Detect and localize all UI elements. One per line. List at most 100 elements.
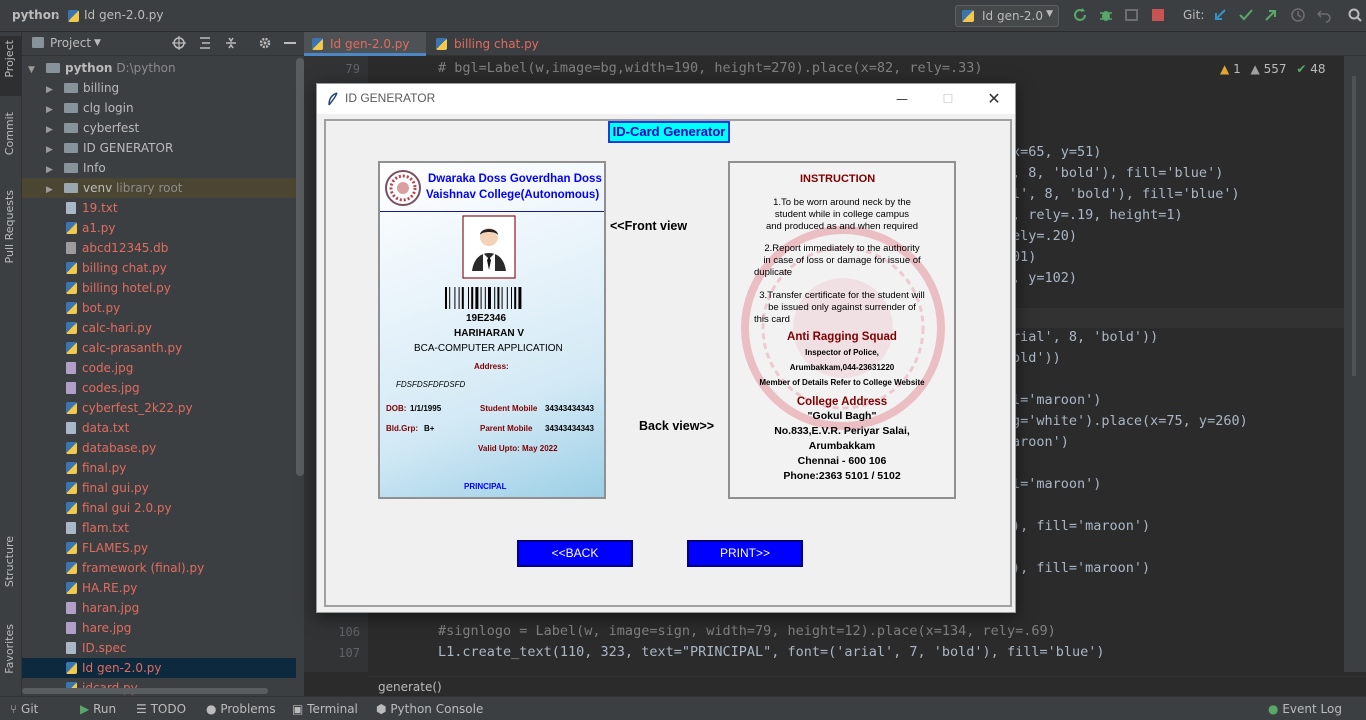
collapse-all-icon[interactable] [224,36,238,50]
tree-file[interactable]: ID.spec [22,638,296,658]
breadcrumb-project[interactable]: python [12,8,59,22]
tree-scrollbar[interactable] [296,58,304,476]
structure-tool-tab[interactable]: Structure [3,536,16,587]
close-button[interactable]: ✕ [979,88,1009,110]
code-line: , 8, 'bold'), fill='blue') [1012,165,1224,181]
git-push-icon[interactable] [1263,7,1279,23]
instruction-heading: INSTRUCTION [800,173,876,185]
coverage-icon[interactable] [1124,7,1140,23]
favorites-tool-tab[interactable]: Favorites [3,624,16,674]
git-commit-icon[interactable] [1238,7,1254,23]
git-branch-icon: ⑂ [10,702,18,716]
tree-folder[interactable]: ▶ clg login [22,98,296,118]
commit-tool-tab[interactable]: Commit [3,112,16,155]
tab-billing-chat[interactable]: billing chat.py × [428,32,552,75]
file-label: abcd12345.db [82,241,169,255]
gear-icon[interactable] [258,36,272,50]
tree-file[interactable]: data.txt [22,418,296,438]
window-title: ID GENERATOR [345,91,436,105]
file-label: final.py [82,461,127,475]
file-icon [66,362,76,374]
rerun-icon[interactable] [1072,7,1088,23]
tree-folder[interactable]: ▶ cyberfest [22,118,296,138]
expand-all-icon[interactable] [198,36,212,50]
weak-warning-icon: ▲ [1250,62,1260,76]
tree-file[interactable]: HA.RE.py [22,578,296,598]
run-configuration-select[interactable]: Id gen-2.0 ▼ [955,5,1059,27]
id-generator-window: ID GENERATOR — ☐ ✕ ID-Card Generator Dwa… [316,83,1016,613]
pull-requests-tool-tab[interactable]: Pull Requests [3,190,16,263]
error-stripe[interactable] [1352,76,1356,376]
tree-file[interactable]: abcd12345.db [22,238,296,258]
tree-file[interactable]: FLAMES.py [22,538,296,558]
inspection-widget[interactable]: ▲ 1 ▲ 557 ✔ 48 [1220,62,1326,76]
code-line: l='maroon') [1012,476,1102,492]
rule-line: 3.Transfer certificate for the student w… [759,290,925,301]
tree-file[interactable]: hare.jpg [22,618,296,638]
tree-root-path: D:\python [116,61,176,75]
back-button[interactable]: <<BACK [517,540,633,567]
tree-file[interactable]: final gui 2.0.py [22,498,296,518]
folder-icon [64,163,78,173]
tree-file[interactable]: calc-hari.py [22,318,296,338]
tree-file[interactable]: framework (final).py [22,558,296,578]
tree-file[interactable]: final gui.py [22,478,296,498]
locate-icon[interactable] [172,36,186,50]
tree-horizontal-scrollbar[interactable] [22,688,268,694]
tree-file[interactable]: calc-prasanth.py [22,338,296,358]
run-tab[interactable]: ▶ Run [80,702,116,716]
tree-root[interactable]: ▼ python D:\python [22,58,296,78]
chevron-down-icon[interactable]: ▼ [94,38,101,48]
tab-id-gen[interactable]: Id gen-2.0.py × [304,32,426,75]
problems-tab[interactable]: ● Problems [206,702,276,716]
tree-file[interactable]: final.py [22,458,296,478]
hide-icon[interactable] [284,42,296,44]
stop-icon[interactable] [1150,7,1166,23]
tree-folder[interactable]: ▶ ID GENERATOR [22,138,296,158]
git-update-icon[interactable] [1212,7,1228,23]
tree-file[interactable]: bot.py [22,298,296,318]
todo-tab[interactable]: ☰ TODO [136,702,186,716]
tree-file[interactable]: haran.jpg [22,598,296,618]
chevron-right-icon: ▶ [46,105,53,115]
current-function[interactable]: generate() [378,680,442,694]
python-file-icon [66,302,77,314]
breadcrumb-file[interactable]: Id gen-2.0.py [84,8,164,22]
tree-folder[interactable]: ▶ Info [22,158,296,178]
tree-file[interactable]: flam.txt [22,518,296,538]
event-log-tab[interactable]: ● Event Log [1268,702,1342,716]
rollback-icon[interactable] [1316,7,1332,23]
search-icon[interactable] [1347,7,1363,23]
python-console-tab[interactable]: ⬢ Python Console [376,702,483,716]
tab-label: billing chat.py [454,37,539,51]
tree-file[interactable]: cyberfest_2k22.py [22,398,296,418]
tree-file[interactable]: code.jpg [22,358,296,378]
barcode-bar [454,287,456,309]
print-button[interactable]: PRINT>> [687,540,803,567]
tree-file[interactable]: billing chat.py [22,258,296,278]
event-log-icon: ● [1268,702,1279,716]
code-line: l', 8, 'bold'), fill='blue') [1012,186,1240,202]
terminal-tab[interactable]: ▣ Terminal [292,702,358,716]
maximize-button[interactable]: ☐ [933,88,963,110]
file-label: ID.spec [82,641,127,655]
tree-folder[interactable]: ▶ billing [22,78,296,98]
tree-file[interactable]: database.py [22,438,296,458]
tree-folder-venv[interactable]: ▶ venv library root [22,178,296,198]
minimize-button[interactable]: — [887,88,917,110]
window-titlebar[interactable]: ID GENERATOR — ☐ ✕ [317,84,1015,114]
project-tool-tab[interactable]: Project [3,40,16,78]
tree-file[interactable]: 19.txt [22,198,296,218]
project-view-title[interactable]: Project [50,36,91,50]
barcode-bar [480,287,482,309]
python-icon: ⬢ [376,702,387,716]
tree-file[interactable]: codes.jpg [22,378,296,398]
rule-line: 2.Report immediately to the authority [764,243,920,254]
tree-file[interactable]: Id gen-2.0.py [22,658,296,678]
code-line: , rely=.19, height=1) [1012,207,1183,223]
tree-file[interactable]: a1.py [22,218,296,238]
git-tab[interactable]: ⑂ Git [10,702,38,716]
tree-file[interactable]: billing hotel.py [22,278,296,298]
debug-icon[interactable] [1098,7,1114,23]
history-icon[interactable] [1290,7,1306,23]
